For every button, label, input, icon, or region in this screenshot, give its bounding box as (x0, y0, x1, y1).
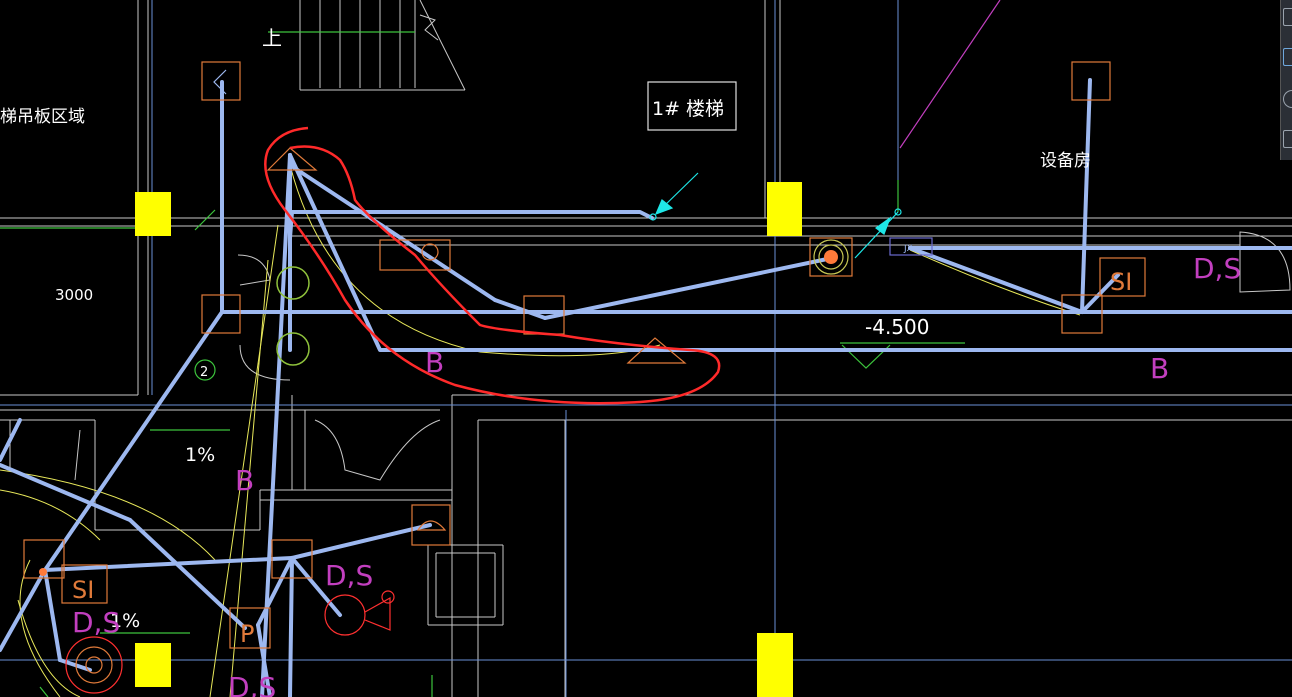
circle-icon[interactable] (1283, 90, 1292, 108)
pipe-code-si: SI (1110, 268, 1132, 296)
pipe-code-ds: D,S (228, 671, 276, 697)
cad-drawing: 梯吊板区域 3000 上 1# 楼梯 设备房 -4.500 2 1% 1% B … (0, 0, 1292, 697)
equipment-room-label: 设备房 (1040, 151, 1091, 171)
up-mark: 上 (262, 26, 282, 50)
grid-number: 2 (200, 365, 208, 380)
cube-outline-icon[interactable] (1283, 48, 1292, 66)
marker (767, 182, 802, 236)
pipe-code-ds: D,S (1193, 252, 1241, 285)
pipe-code-b: B (1150, 352, 1169, 385)
pipes (0, 78, 1292, 697)
cad-drawing-canvas[interactable]: 梯吊板区域 3000 上 1# 楼梯 设备房 -4.500 2 1% 1% B … (0, 0, 1292, 697)
pipe-code-si: SI (72, 576, 94, 604)
pipe-code-b: B (425, 346, 444, 379)
pipe-code-ds: D,S (72, 606, 120, 639)
pipe-code-jx: JX (903, 244, 913, 254)
pipe-code-b: B (235, 464, 254, 497)
magenta-line (899, 0, 1001, 149)
cube-icon[interactable] (1283, 8, 1292, 26)
stair-tag: 1# 楼梯 (652, 98, 724, 120)
marker (757, 633, 793, 697)
layers-icon[interactable] (1283, 130, 1292, 148)
slope-label: 1% (185, 444, 215, 466)
marker (135, 643, 171, 687)
dimension-label: 3000 (55, 286, 93, 304)
pipe-code-ds: D,S (325, 559, 373, 592)
elevation-label: -4.500 (865, 315, 929, 339)
pipe-code-p: P (240, 620, 254, 648)
stair-area-label: 梯吊板区域 (0, 107, 85, 127)
green-lines (0, 31, 965, 697)
highlight-loop (264, 126, 721, 405)
marker (135, 192, 171, 236)
right-toolbar (1280, 0, 1292, 160)
